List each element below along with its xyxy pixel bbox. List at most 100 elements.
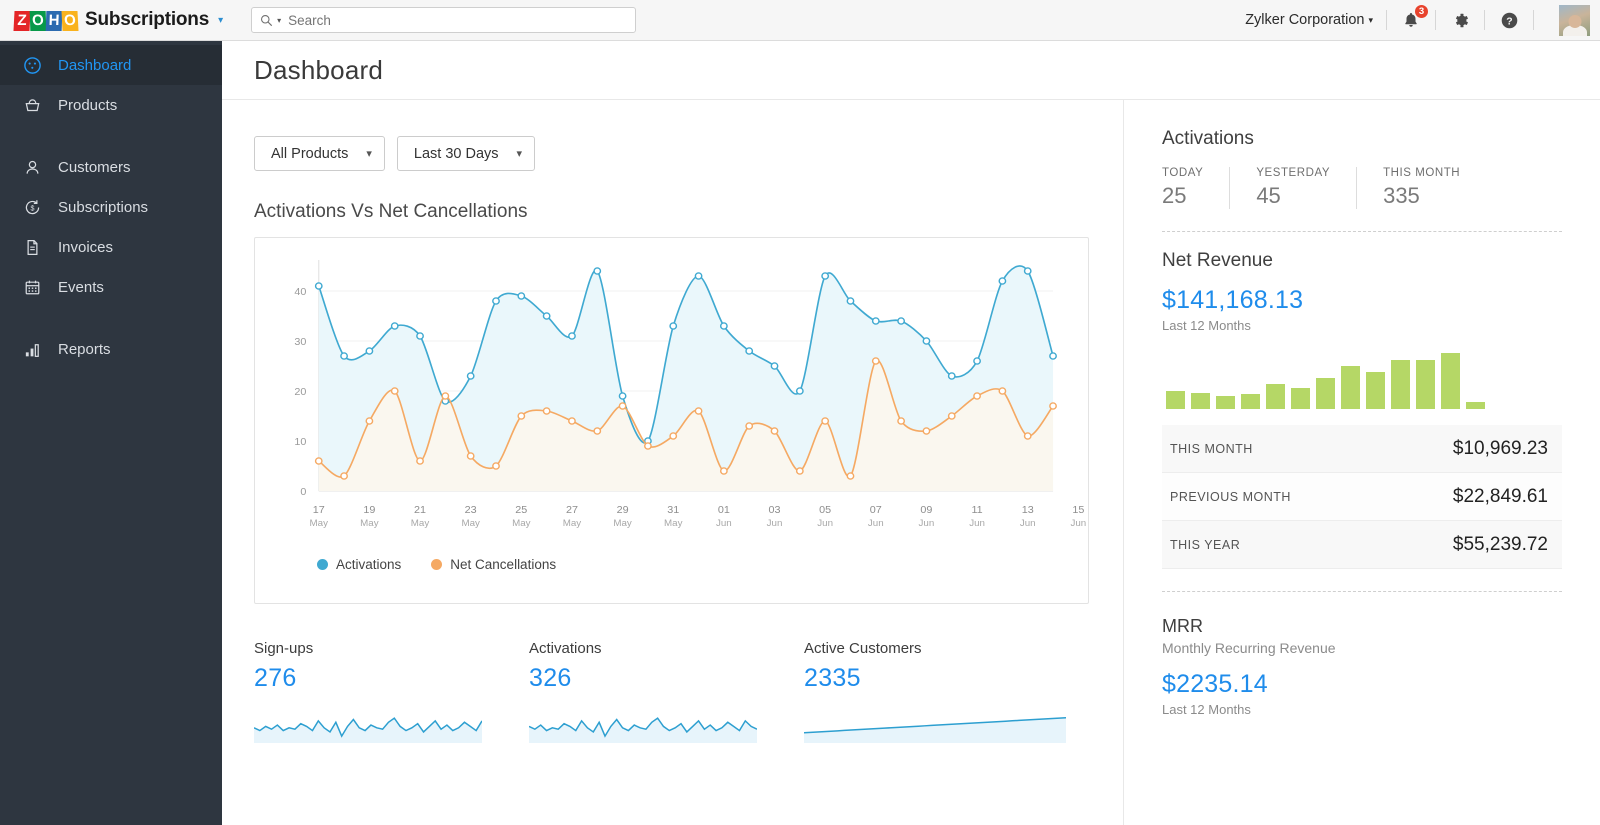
search-icon — [260, 14, 273, 27]
sidebar-item-subscriptions[interactable]: $ Subscriptions — [0, 187, 222, 227]
svg-text:25: 25 — [515, 504, 527, 516]
row-value: $10,969.23 — [1453, 438, 1548, 460]
stat-value: 335 — [1383, 183, 1460, 209]
svg-text:31: 31 — [667, 504, 679, 516]
person-icon — [22, 157, 42, 177]
chevron-down-icon: ▾ — [366, 147, 372, 160]
page-title: Dashboard — [254, 55, 383, 86]
svg-text:07: 07 — [870, 504, 882, 516]
product-filter-dropdown[interactable]: All Products ▾ — [254, 136, 385, 171]
app-name: Subscriptions — [85, 9, 209, 31]
mrr-subtitle: Monthly Recurring Revenue — [1162, 640, 1562, 656]
row-label: PREVIOUS MONTH — [1170, 490, 1291, 504]
divider — [1162, 591, 1562, 592]
divider — [1533, 10, 1534, 30]
top-bar: Z O H O Subscriptions ▾ ▾ Zylker Corpora… — [0, 0, 1600, 41]
net-revenue-section: Net Revenue $141,168.13 Last 12 Months T… — [1162, 250, 1562, 569]
metric-value: 276 — [254, 664, 529, 693]
sidebar-item-invoices[interactable]: Invoices — [0, 227, 222, 267]
revenue-bar — [1166, 391, 1185, 409]
sidebar-item-customers[interactable]: Customers — [0, 147, 222, 187]
svg-text:40: 40 — [294, 286, 306, 298]
revenue-bar — [1216, 396, 1235, 409]
legend-item-activations[interactable]: Activations — [317, 557, 401, 572]
revenue-bar — [1241, 394, 1260, 409]
brand-logo[interactable]: Z O H O Subscriptions ▾ — [14, 9, 223, 31]
svg-text:20: 20 — [294, 386, 306, 398]
mrr-section: MRR Monthly Recurring Revenue $2235.14 L… — [1162, 616, 1562, 717]
stat-value: 45 — [1256, 183, 1330, 209]
search-input[interactable] — [288, 13, 627, 28]
main-content: Dashboard All Products ▾ Last 30 Days ▾ — [222, 41, 1600, 825]
sidebar-item-label: Invoices — [58, 239, 113, 256]
app-root: Z O H O Subscriptions ▾ ▾ Zylker Corpora… — [0, 0, 1600, 825]
revenue-bar — [1441, 353, 1460, 409]
sidebar-item-products[interactable]: Products — [0, 85, 222, 125]
dashboard-left-column: All Products ▾ Last 30 Days ▾ Activation… — [222, 100, 1123, 825]
revenue-bar — [1341, 366, 1360, 409]
notifications-button[interactable]: 3 — [1400, 9, 1422, 31]
legend-color-dot — [431, 559, 442, 570]
row-label: THIS MONTH — [1170, 442, 1253, 456]
revenue-bar — [1391, 360, 1410, 409]
row-value: $22,849.61 — [1453, 486, 1548, 508]
settings-button[interactable] — [1449, 9, 1471, 31]
revenue-bar — [1291, 388, 1310, 409]
avatar[interactable] — [1559, 5, 1590, 36]
table-row: THIS MONTH $10,969.23 — [1162, 425, 1562, 473]
calendar-icon — [22, 277, 42, 297]
svg-text:29: 29 — [617, 504, 629, 516]
help-button[interactable]: ? — [1498, 9, 1520, 31]
search-bar[interactable]: ▾ — [251, 7, 636, 33]
bar-chart-icon — [22, 339, 42, 359]
svg-text:Jun: Jun — [716, 518, 732, 529]
organization-selector[interactable]: Zylker Corporation ▾ — [1245, 12, 1373, 28]
sidebar-item-label: Customers — [58, 159, 131, 176]
table-row: PREVIOUS MONTH $22,849.61 — [1162, 473, 1562, 521]
app-switcher-chevron-down-icon[interactable]: ▾ — [218, 15, 223, 26]
legend-label: Net Cancellations — [450, 557, 556, 572]
svg-text:Jun: Jun — [919, 518, 935, 529]
stat-value: 25 — [1162, 183, 1203, 209]
net-revenue-table: THIS MONTH $10,969.23 PREVIOUS MONTH $22… — [1162, 425, 1562, 569]
organization-chevron-down-icon: ▾ — [1368, 15, 1373, 26]
svg-text:13: 13 — [1022, 504, 1034, 516]
svg-text:19: 19 — [363, 504, 375, 516]
svg-text:27: 27 — [566, 504, 578, 516]
document-icon — [22, 237, 42, 257]
app-body: Dashboard Products — [0, 41, 1600, 825]
metric-label: Activations — [529, 640, 804, 657]
activations-summary: Activations TODAY 25 YESTERDAY 45 — [1162, 128, 1562, 209]
svg-text:Jun: Jun — [767, 518, 783, 529]
svg-text:09: 09 — [920, 504, 932, 516]
stat-today: TODAY 25 — [1162, 167, 1229, 209]
revenue-bar — [1466, 402, 1485, 409]
sidebar-item-reports[interactable]: Reports — [0, 329, 222, 369]
svg-text:17: 17 — [313, 504, 325, 516]
top-bar-right: Zylker Corporation ▾ 3 — [1245, 5, 1590, 36]
svg-text:Jun: Jun — [817, 518, 833, 529]
svg-text:May: May — [613, 518, 632, 529]
stat-yesterday: YESTERDAY 45 — [1229, 167, 1356, 209]
stat-label: YESTERDAY — [1256, 167, 1330, 179]
net-revenue-amount: $141,168.13 — [1162, 286, 1562, 315]
sidebar-item-events[interactable]: Events — [0, 267, 222, 307]
activations-sparkline — [529, 705, 757, 743]
legend-item-net-cancellations[interactable]: Net Cancellations — [431, 557, 556, 572]
search-scope-chevron-down-icon[interactable]: ▾ — [277, 16, 281, 25]
sidebar-gap — [0, 307, 222, 329]
period-filter-dropdown[interactable]: Last 30 Days ▾ — [397, 136, 535, 171]
sidebar-item-label: Subscriptions — [58, 199, 148, 216]
svg-text:?: ? — [1506, 16, 1512, 27]
sidebar-item-dashboard[interactable]: Dashboard — [0, 45, 222, 85]
metric-label: Active Customers — [804, 640, 1079, 657]
metric-label: Sign-ups — [254, 640, 529, 657]
line-chart-svg: 01020304017May19May21May23May25May27May2… — [255, 238, 1088, 543]
mrr-period: Last 12 Months — [1162, 702, 1562, 717]
revenue-bar — [1266, 384, 1285, 409]
svg-text:May: May — [664, 518, 683, 529]
product-filter-label: All Products — [271, 146, 348, 162]
svg-text:Jun: Jun — [969, 518, 985, 529]
chart-plot-area: 01020304017May19May21May23May25May27May2… — [255, 238, 1088, 543]
svg-text:May: May — [512, 518, 531, 529]
